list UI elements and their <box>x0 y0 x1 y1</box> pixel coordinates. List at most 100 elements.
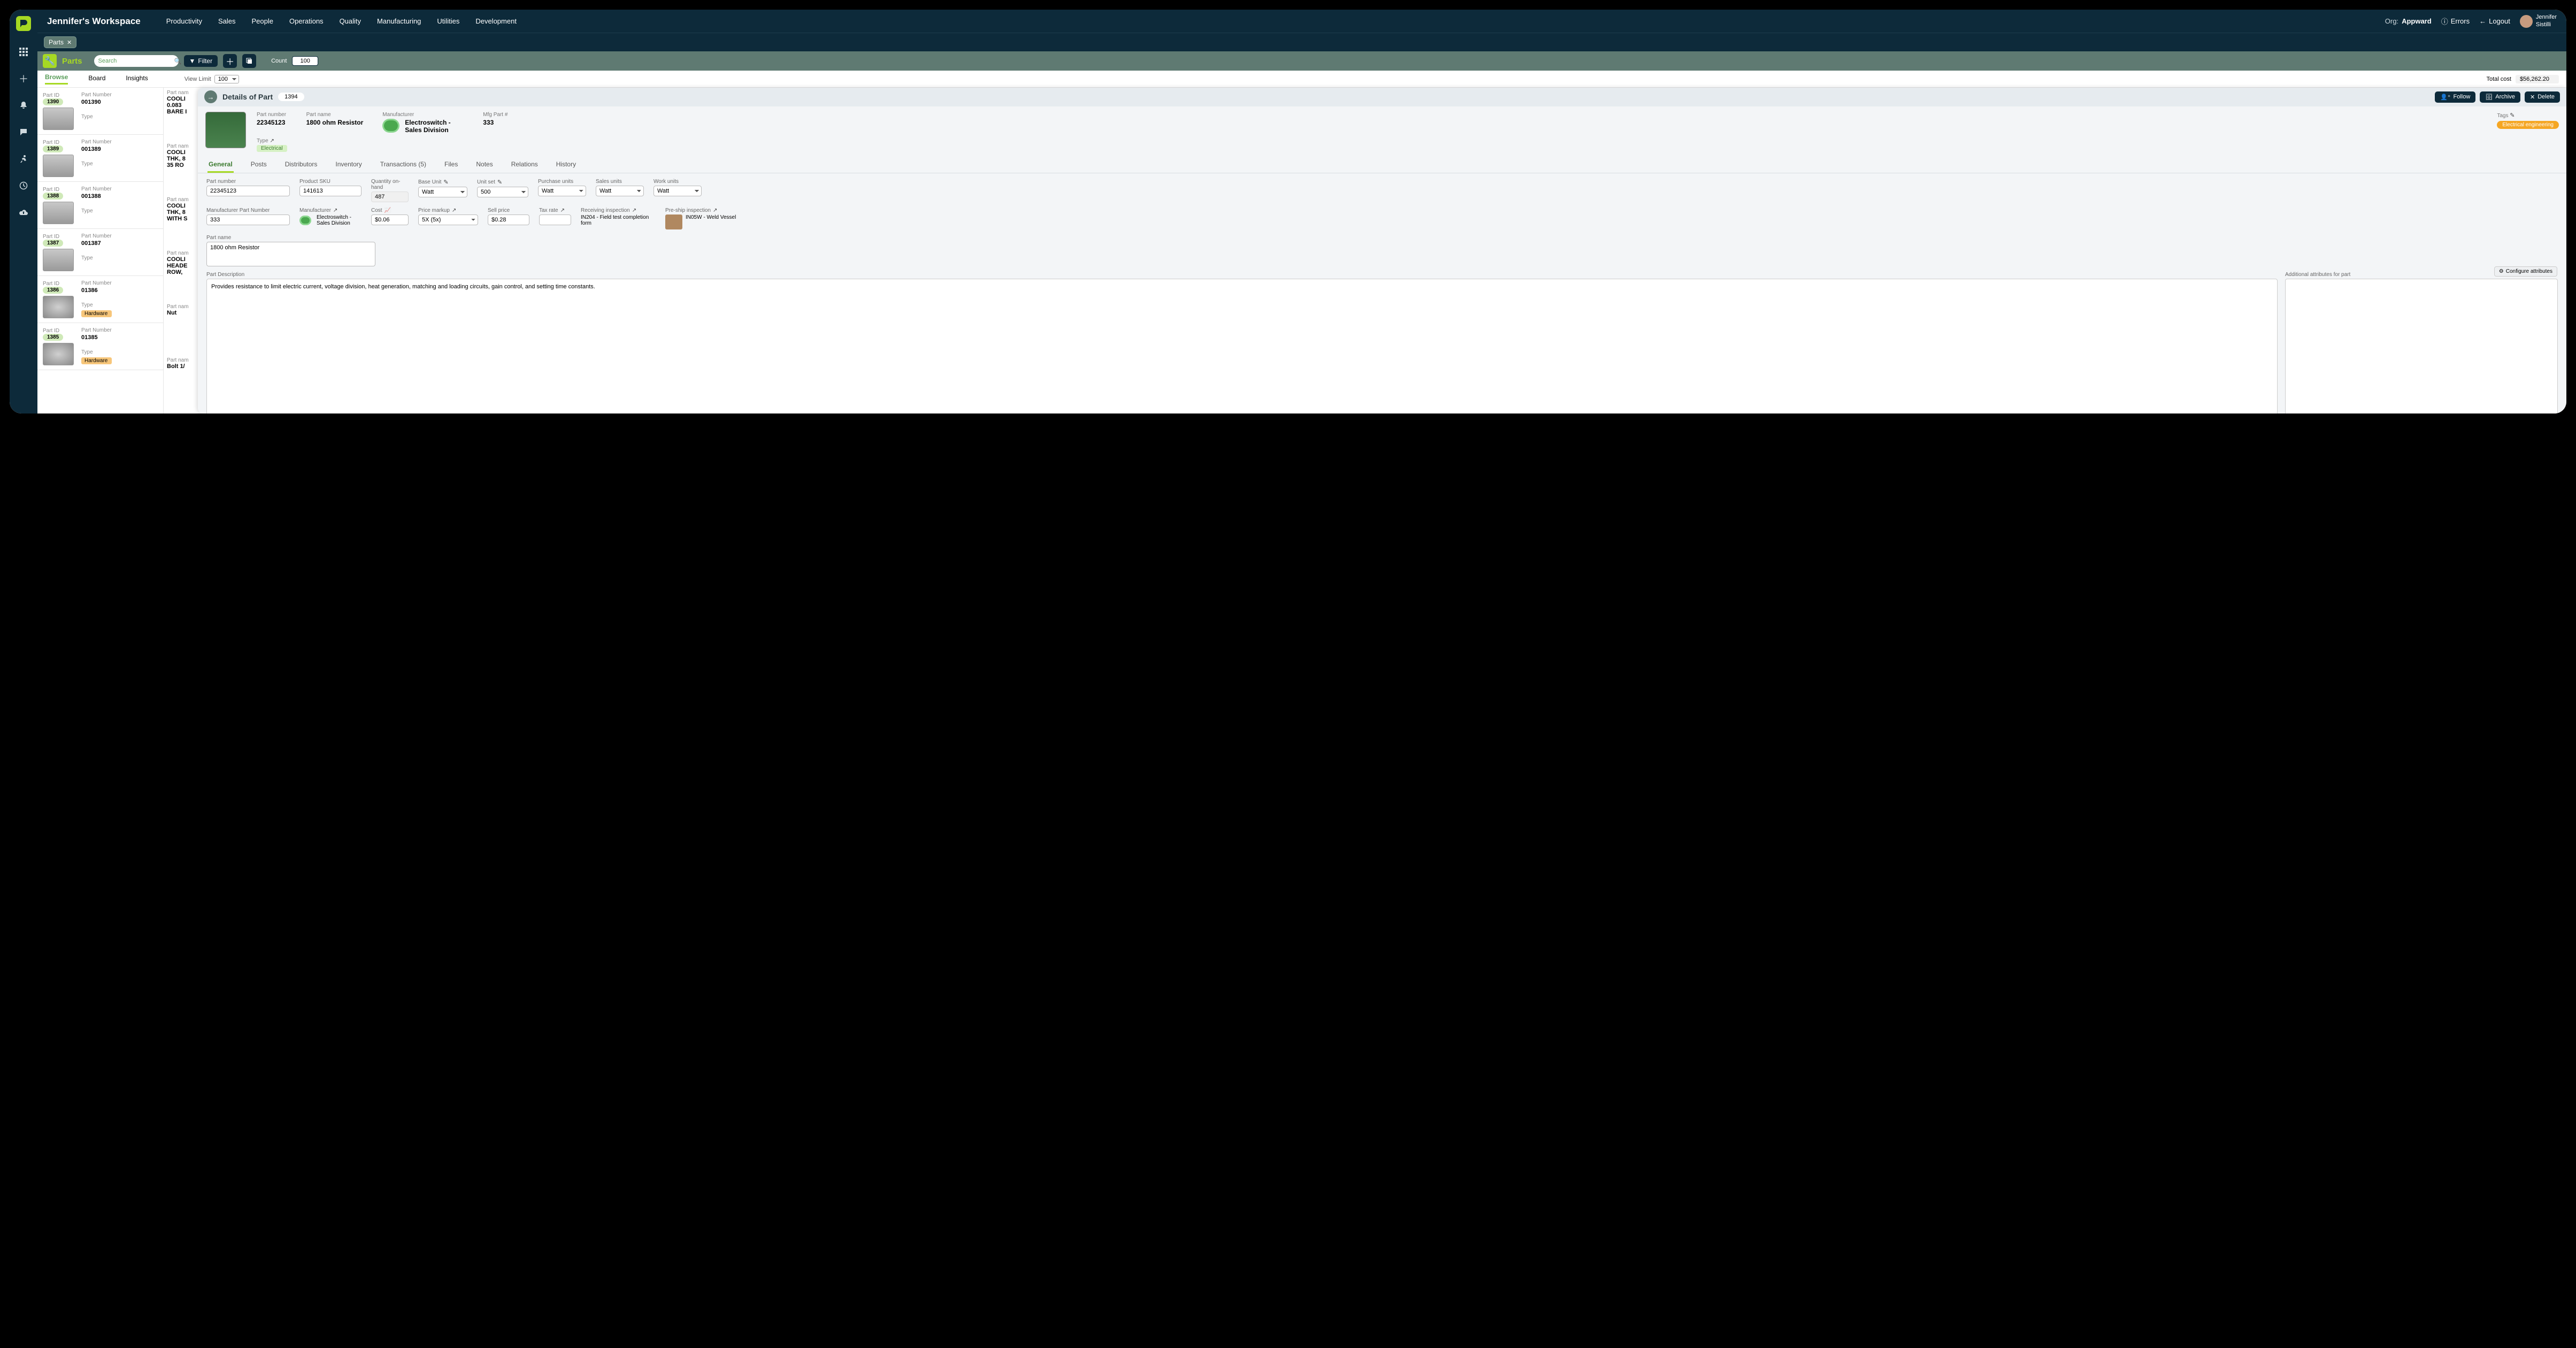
tab-distributors[interactable]: Distributors <box>284 157 319 173</box>
sales-units-select[interactable]: Watt <box>596 186 644 196</box>
part-card[interactable]: Part ID 1385 Part Number 01385 Type Hard… <box>37 323 163 370</box>
inspection-thumb <box>665 215 682 229</box>
search-input[interactable] <box>98 58 174 64</box>
external-link-icon[interactable]: ↗ <box>270 138 274 144</box>
details-header: → Details of Part 1394 👤⁺Follow 🗄Archive… <box>198 88 2566 106</box>
nav-manufacturing[interactable]: Manufacturing <box>377 17 421 25</box>
qty-input <box>371 192 409 202</box>
configure-attributes-button[interactable]: ⚙Configure attributes <box>2494 266 2557 277</box>
nav-quality[interactable]: Quality <box>340 17 361 25</box>
view-limit-select[interactable]: 100 <box>214 75 239 83</box>
tab-history[interactable]: History <box>555 157 577 173</box>
app-tabs-bar: Parts ✕ <box>37 33 2566 51</box>
run-icon[interactable] <box>18 153 29 165</box>
nav-development[interactable]: Development <box>475 17 517 25</box>
follow-button[interactable]: 👤⁺Follow <box>2435 91 2475 103</box>
sell-price-input[interactable] <box>488 215 529 225</box>
workspace-title: Jennifer's Workspace <box>47 16 141 27</box>
detail-tabs: General Posts Distributors Inventory Tra… <box>198 157 2566 173</box>
plus-icon[interactable]: ＋ <box>18 73 29 85</box>
search-icon[interactable]: 🔍 <box>174 58 182 65</box>
external-link-icon[interactable]: ↗ <box>560 208 565 213</box>
chart-icon[interactable]: 📈 <box>385 208 391 213</box>
tab-relations[interactable]: Relations <box>510 157 539 173</box>
count-label: Count <box>271 58 287 64</box>
back-button[interactable]: → <box>204 90 217 103</box>
top-nav: Productivity Sales People Operations Qua… <box>166 17 517 25</box>
search-box[interactable]: 🔍 <box>94 55 179 67</box>
org-display: Org:Appward <box>2385 17 2432 25</box>
details-title: Details of Part <box>222 93 273 101</box>
tool-title: Parts <box>62 57 82 66</box>
logout-button[interactable]: ←Logout <box>2479 17 2510 25</box>
nav-people[interactable]: People <box>251 17 273 25</box>
delete-button[interactable]: ✕Delete <box>2525 91 2560 103</box>
nav-productivity[interactable]: Productivity <box>166 17 202 25</box>
mfg-partno-input[interactable] <box>206 215 290 225</box>
part-card[interactable]: Part ID 1390 Part Number 001390 Type <box>37 88 163 135</box>
external-link-icon[interactable]: ↗ <box>452 208 456 213</box>
part-card[interactable]: Part ID 1388 Part Number 001388 Type <box>37 182 163 229</box>
bell-icon[interactable] <box>18 99 29 111</box>
attributes-box: ⚙Configure attributes <box>2285 279 2558 413</box>
cost-input[interactable] <box>371 215 409 225</box>
subnav: Browse Board Insights View Limit 100 Tot… <box>37 71 2566 88</box>
clock-icon[interactable] <box>18 180 29 192</box>
tab-general[interactable]: General <box>207 157 234 173</box>
total-cost-value: $56,262.20 <box>2516 75 2559 83</box>
subnav-browse[interactable]: Browse <box>45 73 68 85</box>
price-markup-select[interactable]: 5X (5x) <box>418 215 478 225</box>
pencil-icon[interactable]: ✎ <box>2510 112 2515 119</box>
filter-button[interactable]: ▼Filter <box>184 55 218 67</box>
part-image <box>205 112 246 148</box>
pencil-icon[interactable]: ✎ <box>497 179 502 186</box>
tab-posts[interactable]: Posts <box>250 157 268 173</box>
tab-files[interactable]: Files <box>443 157 459 173</box>
app-logo[interactable] <box>16 16 31 31</box>
subnav-board[interactable]: Board <box>88 74 105 84</box>
errors-button[interactable]: ⓘErrors <box>2441 16 2470 26</box>
tab-notes[interactable]: Notes <box>475 157 494 173</box>
part-card[interactable]: Part ID 1389 Part Number 001389 Type <box>37 135 163 182</box>
part-name-textarea[interactable] <box>206 242 375 266</box>
details-panel: → Details of Part 1394 👤⁺Follow 🗄Archive… <box>198 88 2566 413</box>
avatar <box>2520 15 2533 28</box>
toolbar: 🔧 Parts 🔍 ▼Filter ＋ Count 100 <box>37 51 2566 71</box>
apps-grid-icon[interactable] <box>18 46 29 58</box>
subnav-insights[interactable]: Insights <box>126 74 148 84</box>
tab-inventory[interactable]: Inventory <box>334 157 363 173</box>
app-tab-parts[interactable]: Parts ✕ <box>44 36 76 48</box>
part-list[interactable]: Part ID 1390 Part Number 001390 Type Par… <box>37 88 164 413</box>
tab-transactions[interactable]: Transactions (5) <box>379 157 427 173</box>
work-units-select[interactable]: Watt <box>653 186 702 196</box>
chat-icon[interactable] <box>18 126 29 138</box>
archive-button[interactable]: 🗄Archive <box>2480 91 2520 103</box>
product-sku-input[interactable] <box>299 186 362 196</box>
nav-operations[interactable]: Operations <box>289 17 324 25</box>
nav-sales[interactable]: Sales <box>218 17 236 25</box>
part-card[interactable]: Part ID 1386 Part Number 01386 Type Hard… <box>37 276 163 323</box>
part-number-input[interactable] <box>206 186 290 196</box>
part-card[interactable]: Part ID 1387 Part Number 001387 Type <box>37 229 163 276</box>
external-link-icon[interactable]: ↗ <box>632 208 636 213</box>
description-box[interactable]: Provides resistance to limit electric cu… <box>206 279 2278 413</box>
count-value[interactable]: 100 <box>292 56 318 66</box>
tax-rate-input[interactable] <box>539 215 571 225</box>
pencil-icon[interactable]: ✎ <box>443 179 448 186</box>
nav-utilities[interactable]: Utilities <box>437 17 459 25</box>
external-link-icon[interactable]: ↗ <box>333 208 337 213</box>
wrench-icon[interactable]: 🔧 <box>43 54 57 68</box>
unit-set-select[interactable]: 500 <box>477 187 528 197</box>
filter-icon: ▼ <box>189 57 196 65</box>
user-menu[interactable]: JenniferSistilli <box>2520 14 2557 28</box>
add-button[interactable]: ＋ <box>223 54 237 68</box>
cloud-upload-icon[interactable] <box>18 206 29 218</box>
copy-button[interactable] <box>242 54 256 68</box>
purchase-units-select[interactable]: Watt <box>538 186 586 196</box>
close-icon[interactable]: ✕ <box>67 39 72 46</box>
base-unit-select[interactable]: Watt <box>418 187 467 197</box>
details-id-badge: 1394 <box>278 93 304 101</box>
topbar: Jennifer's Workspace Productivity Sales … <box>37 10 2566 33</box>
manufacturer-logo <box>382 119 399 133</box>
external-link-icon[interactable]: ↗ <box>713 208 717 213</box>
